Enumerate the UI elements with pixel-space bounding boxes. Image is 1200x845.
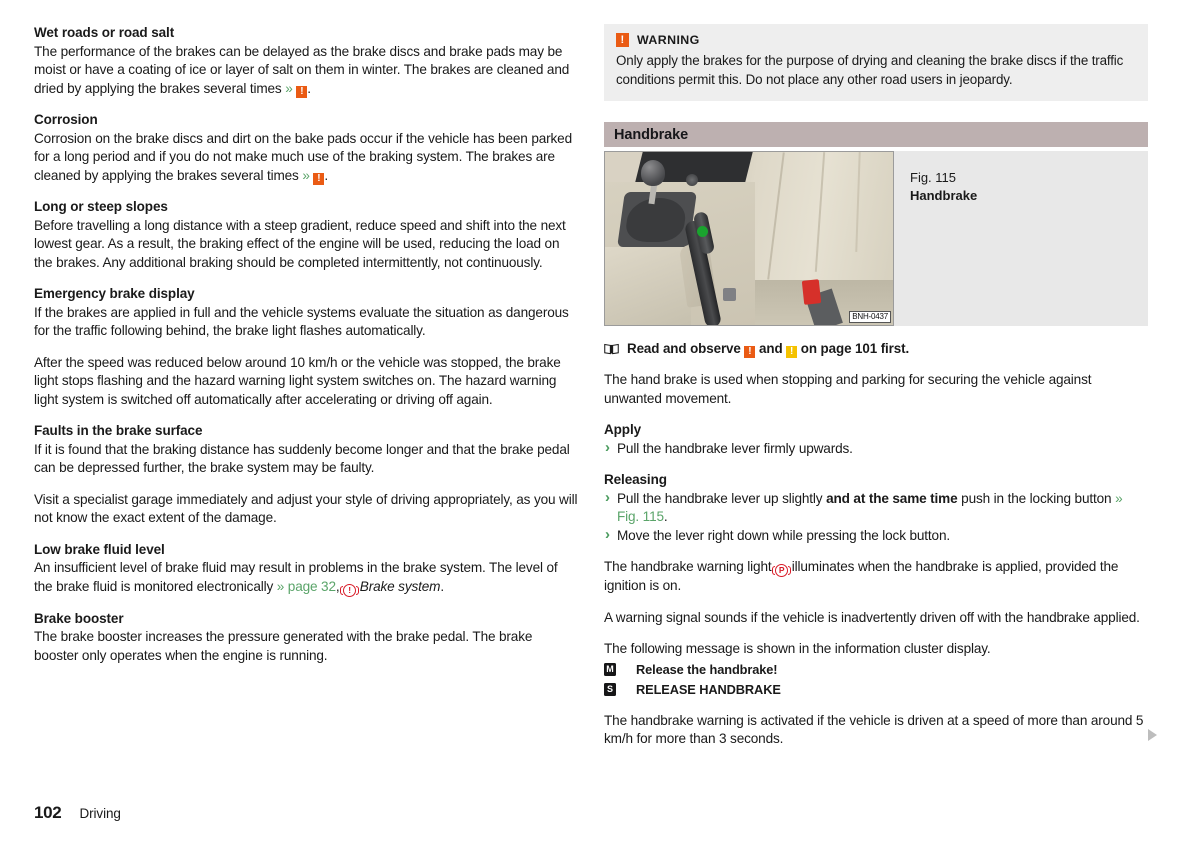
paragraph-cluster-intro: The following message is shown in the in…	[604, 641, 991, 656]
warning-callout-title-row: ! WARNING	[616, 33, 1136, 47]
paragraph-long-slopes: Before travelling a long distance with a…	[34, 217, 566, 270]
read-and-observe-note: Read and observe ! and ! on page 101 fir…	[604, 340, 1148, 358]
page-footer: 102 Driving	[34, 803, 121, 823]
step-text: Pull the handbrake lever up slightly	[617, 490, 827, 506]
paragraph-warning-signal: A warning signal sounds if the vehicle i…	[604, 609, 1140, 625]
step-emphasis: and at the same time	[826, 490, 958, 506]
section-heading-low-brake-fluid: Low brake fluid level	[34, 541, 165, 557]
photo-driver-seat	[605, 247, 691, 325]
note-yellow-icon: !	[786, 346, 798, 358]
symbol-caption: Brake system	[359, 578, 441, 594]
paragraph-handbrake-intro: The hand brake is used when stopping and…	[604, 372, 1092, 406]
figure-caption-title: Handbrake	[910, 188, 978, 203]
page-number: 102	[34, 803, 62, 822]
period: .	[663, 509, 668, 524]
brake-warning-symbol: !	[339, 583, 360, 597]
warning-callout-title: WARNING	[637, 33, 700, 47]
section-heading-faults-brake-surface: Faults in the brake surface	[34, 423, 203, 438]
segment-display-icon: S	[604, 683, 616, 696]
paragraph-text: The handbrake warning light	[604, 559, 776, 574]
figure-photo-handbrake: BNH-0437	[604, 151, 894, 326]
warning-callout: ! WARNING Only apply the brakes for the …	[604, 24, 1148, 101]
period: .	[324, 167, 329, 183]
chevron-ref: »	[302, 167, 310, 183]
section-heading-wet-roads: Wet roads or road salt	[34, 25, 175, 40]
left-text-column: Wet roads or road salt The performance o…	[34, 24, 578, 665]
cluster-message-text: Release the handbrake!	[636, 661, 778, 677]
cluster-message-text: RELEASE HANDBRAKE	[636, 681, 781, 697]
chapter-name: Driving	[79, 806, 121, 821]
warning-callout-text: Only apply the brakes for the purpose of…	[616, 53, 1124, 87]
maxidot-display-icon: M	[604, 663, 616, 676]
cluster-message-row: M Release the handbrake!	[604, 661, 1148, 679]
photo-console-button	[723, 288, 736, 301]
section-header-title: Handbrake	[614, 126, 689, 143]
period: .	[440, 578, 444, 594]
list-item: Pull the handbrake lever up slightly and…	[604, 489, 1148, 527]
photo-locking-button-highlight	[697, 226, 708, 237]
section-heading-long-slopes: Long or steep slopes	[34, 199, 168, 214]
handbrake-parking-symbol: P	[771, 564, 792, 577]
section-heading-brake-booster: Brake booster	[34, 610, 124, 626]
step-text: push in the locking button	[957, 490, 1116, 506]
book-icon	[604, 343, 619, 355]
paragraph-faults-2: Visit a specialist garage immediately an…	[34, 491, 578, 526]
list-item: Move the lever right down while pressing…	[604, 526, 1148, 546]
section-heading-releasing: Releasing	[604, 472, 667, 487]
photo-console-knob	[686, 174, 698, 186]
figure-block: BNH-0437 Fig. 115 Handbrake	[604, 151, 1148, 326]
read-and-observe-text: Read and observe ! and ! on page 101 fir…	[627, 340, 909, 358]
right-text-column: ! WARNING Only apply the brakes for the …	[604, 24, 1148, 749]
paragraph-wet-roads: The performance of the brakes can be del…	[34, 43, 578, 99]
section-header-handbrake: Handbrake	[604, 122, 1148, 147]
paragraph-brake-booster: The brake booster increases the pressure…	[34, 629, 533, 663]
period: .	[307, 80, 311, 96]
photo-gear-knob	[641, 160, 665, 186]
manual-page: Wet roads or road salt The performance o…	[0, 0, 1200, 845]
chevron-ref: »	[285, 80, 293, 96]
apply-step-list: Pull the handbrake lever firmly upwards.	[604, 439, 1148, 459]
paragraph-emergency-2: After the speed was reduced below around…	[34, 354, 561, 407]
continuation-arrow-icon	[1148, 729, 1157, 741]
section-heading-emergency-brake-display: Emergency brake display	[34, 286, 195, 301]
paragraph-low-brake-fluid: An insufficient level of brake fluid may…	[34, 559, 578, 597]
list-item: Pull the handbrake lever firmly upwards.	[604, 439, 1148, 459]
read-observe-prefix: Read and observe	[627, 341, 741, 356]
releasing-step-list: Pull the handbrake lever up slightly and…	[604, 489, 1148, 546]
figure-caption: Fig. 115 Handbrake	[894, 151, 977, 326]
section-heading-apply: Apply	[604, 422, 642, 437]
paragraph-warning-light: The handbrake warning light P illuminate…	[604, 558, 1148, 596]
figure-caption-number: Fig. 115	[910, 170, 957, 185]
section-heading-corrosion: Corrosion	[34, 112, 98, 127]
cluster-message-row: S RELEASE HANDBRAKE	[604, 681, 1148, 699]
warning-orange-icon: !	[313, 172, 325, 185]
paragraph-handbrake-warning-speed: The handbrake warning is activated if th…	[604, 712, 1144, 747]
paragraph-emergency-1: If the brakes are applied in full and th…	[34, 304, 569, 339]
warning-orange-icon: !	[744, 346, 756, 358]
paragraph-corrosion: Corrosion on the brake discs and dirt on…	[34, 130, 578, 186]
read-observe-conjunction: and	[759, 341, 783, 356]
figure-image-code: BNH-0437	[849, 311, 891, 323]
photo-seat-belt-buckle	[801, 279, 822, 305]
read-observe-suffix: on page 101 first.	[800, 341, 910, 356]
page-reference-link[interactable]: » page 32	[277, 579, 336, 594]
warning-orange-icon: !	[616, 33, 629, 47]
warning-orange-icon: !	[296, 85, 308, 98]
paragraph-faults-1: If it is found that the braking distance…	[34, 441, 570, 476]
